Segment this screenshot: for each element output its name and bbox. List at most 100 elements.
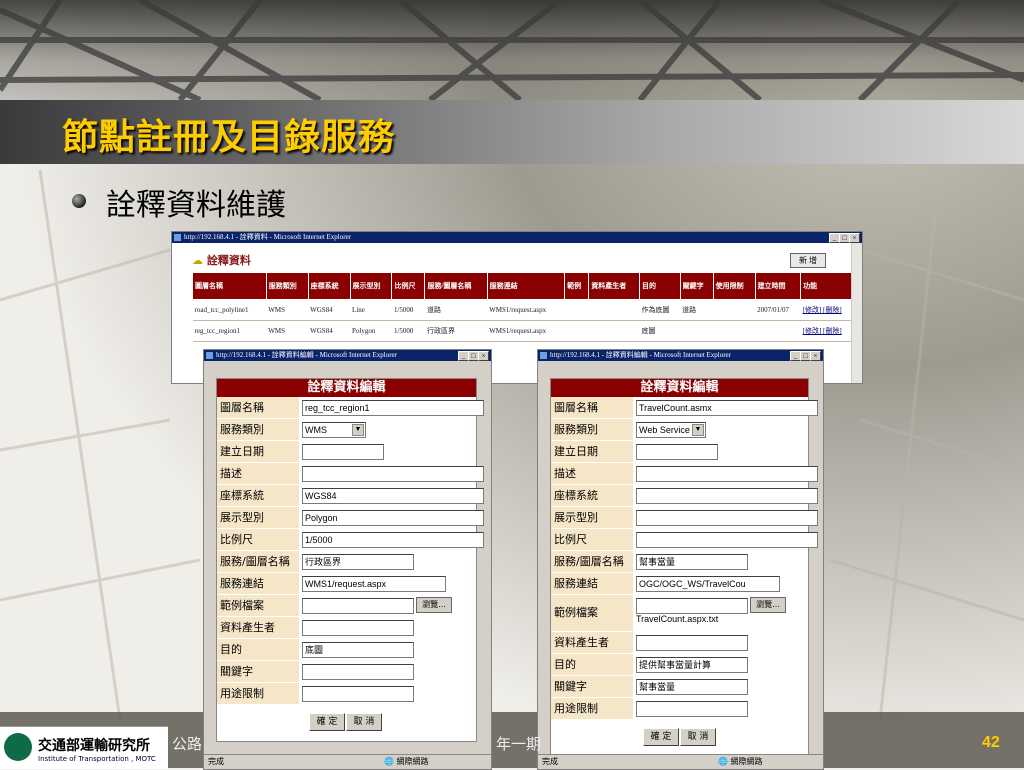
form-row: 用途限制 — [551, 698, 808, 720]
column-header: 範例 — [564, 272, 590, 300]
field-label: 圖層名稱 — [217, 397, 300, 418]
browse-button[interactable]: 瀏覽... — [750, 597, 786, 613]
scrollbar[interactable] — [851, 243, 862, 383]
text-field[interactable]: 提供幫事當量計算 — [636, 657, 748, 673]
form-row: 圖層名稱 TravelCount.asmx — [551, 397, 818, 419]
chevron-down-icon[interactable]: ▼ — [692, 424, 704, 436]
text-field[interactable]: TravelCount.asmx — [636, 400, 818, 416]
field-label: 關鍵字 — [551, 676, 634, 697]
dialog-title: http://192.168.4.1 - 詮釋資料編輯 - Microsoft … — [550, 351, 731, 359]
field-value-cell: OGC/OGC_WS/TravelCou — [634, 573, 808, 594]
chevron-down-icon[interactable]: ▼ — [352, 424, 364, 436]
table-cell: 底圖 — [639, 320, 681, 342]
field-label: 資料產生者 — [551, 632, 634, 653]
text-field[interactable] — [636, 488, 818, 504]
ok-button[interactable]: 確 定 — [643, 728, 679, 746]
form-row: 資料產生者 — [217, 617, 476, 639]
logo-emblem-icon — [4, 733, 32, 761]
field-label: 服務連結 — [551, 573, 634, 594]
cancel-button[interactable]: 取 消 — [346, 713, 382, 731]
form-row: 範例檔案 瀏覽... TravelCount.aspx.txt — [551, 595, 808, 632]
org-name-en: Institute of Transportation , MOTC — [38, 755, 156, 763]
form-row: 比例尺 — [551, 529, 818, 551]
text-field[interactable] — [636, 510, 818, 526]
table-cell: WGS84 — [308, 320, 351, 342]
form-buttons: 確 定取 消 — [217, 705, 476, 741]
field-value-cell: WGS84 — [300, 485, 484, 506]
browse-button[interactable]: 瀏覽... — [416, 597, 452, 613]
text-field[interactable] — [302, 686, 414, 702]
text-field[interactable]: 幫事當量 — [636, 679, 748, 695]
field-value: reg_tcc_region1 — [305, 403, 370, 413]
text-field[interactable] — [636, 444, 718, 460]
field-label: 描述 — [551, 463, 634, 484]
field-value: OGC/OGC_WS/TravelCou — [639, 579, 746, 589]
field-value-cell — [634, 632, 808, 653]
table-row: reg_tcc_region1 WMS WGS84 Polygon 1/5000 行政區界… — [192, 320, 856, 342]
close-button[interactable]: × — [478, 351, 489, 361]
form-row: 描述 — [551, 463, 818, 485]
field-value-cell: WMS ▼ — [300, 419, 476, 440]
table-cell: WMS1/request.aspx — [487, 320, 565, 342]
field-value: 1/5000 — [305, 535, 333, 545]
field-label: 展示型別 — [551, 507, 634, 528]
table-cell — [755, 320, 801, 342]
form-row: 服務類別 WMS ▼ — [217, 419, 476, 441]
field-value-cell: 幫事當量 — [634, 676, 808, 697]
text-field[interactable]: 行政區界 — [302, 554, 414, 570]
text-field[interactable] — [636, 598, 748, 614]
text-field[interactable]: 1/5000 — [302, 532, 484, 548]
field-value: 底圖 — [305, 645, 324, 655]
org-name: 交通部運輸研究所 — [38, 738, 150, 754]
cancel-button[interactable]: 取 消 — [680, 728, 716, 746]
ie-icon — [206, 352, 213, 359]
ok-button[interactable]: 確 定 — [309, 713, 345, 731]
service-type-select[interactable]: Web Service ▼ — [636, 422, 706, 438]
form-row: 描述 — [217, 463, 484, 485]
text-field[interactable] — [636, 701, 748, 717]
text-field[interactable]: OGC/OGC_WS/TravelCou — [636, 576, 780, 592]
table-cell — [713, 320, 756, 342]
field-value-cell — [300, 441, 476, 462]
form-row: 目的 提供幫事當量計算 — [551, 654, 808, 676]
text-field[interactable] — [636, 635, 748, 651]
text-field[interactable] — [302, 620, 414, 636]
text-field[interactable]: 幫事當量 — [636, 554, 748, 570]
text-field[interactable] — [302, 444, 384, 460]
field-value: 行政區界 — [305, 557, 342, 567]
row-actions[interactable]: [修改] [刪除] — [800, 320, 856, 342]
field-label: 服務類別 — [551, 419, 634, 440]
column-header: 目的 — [639, 272, 681, 300]
service-type-select[interactable]: WMS ▼ — [302, 422, 366, 438]
table-cell: 道路 — [424, 299, 488, 321]
form-row: 服務/圖層名稱 行政區界 — [217, 551, 476, 573]
text-field[interactable]: WMS1/request.aspx — [302, 576, 446, 592]
text-field[interactable] — [636, 532, 818, 548]
row-actions[interactable]: [修改] [刪除] — [800, 299, 856, 321]
field-label: 用途限制 — [551, 698, 634, 719]
table-cell: Polygon — [350, 320, 392, 342]
text-field[interactable]: 底圖 — [302, 642, 414, 658]
page-number: 42 — [982, 734, 1000, 751]
column-header: 服務/圖層名稱 — [424, 272, 488, 300]
close-button[interactable]: × — [849, 233, 860, 243]
close-button[interactable]: × — [810, 351, 821, 361]
table-cell: WMS1/request.aspx — [487, 299, 565, 321]
text-field[interactable]: WGS84 — [302, 488, 484, 504]
add-button[interactable]: 新 增 — [790, 253, 826, 268]
text-field[interactable]: reg_tcc_region1 — [302, 400, 484, 416]
column-header: 關鍵字 — [679, 272, 714, 300]
table-cell: WMS — [266, 299, 309, 321]
dialog-form: 詮釋資料編輯 圖層名稱 TravelCount.asmx 服務類別 Web Servi… — [550, 378, 818, 757]
text-field[interactable] — [302, 466, 484, 482]
dialog-form: 詮釋資料編輯 圖層名稱 reg_tcc_region1 服務類別 WMS ▼ 建立日期 描述… — [216, 378, 484, 742]
text-field[interactable] — [302, 598, 414, 614]
text-field[interactable] — [636, 466, 818, 482]
status-zone-text: 網際網路 — [730, 757, 763, 766]
text-field[interactable]: Polygon — [302, 510, 484, 526]
form-row: 目的 底圖 — [217, 639, 476, 661]
field-value-cell — [300, 617, 476, 638]
field-value: WMS — [305, 425, 327, 435]
table-cell: 2007/01/07 — [755, 299, 801, 321]
text-field[interactable] — [302, 664, 414, 680]
